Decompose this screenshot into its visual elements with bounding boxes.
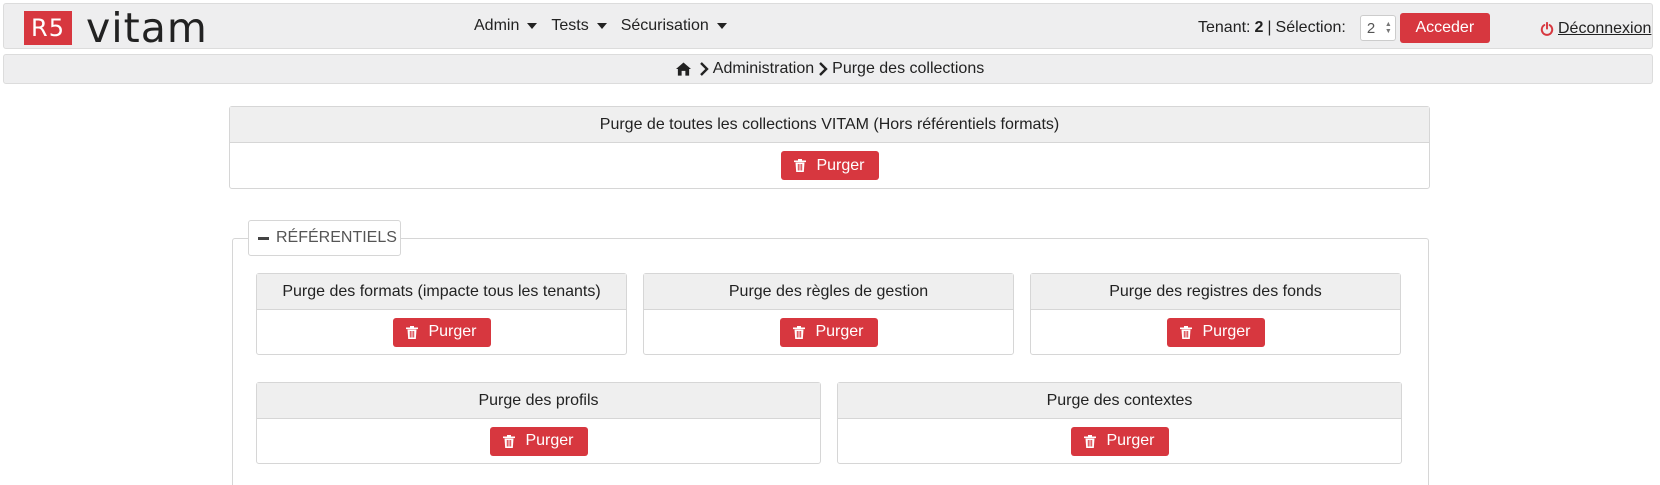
panel-title: Purge des formats (impacte tous les tena…: [257, 274, 626, 310]
caret-down-icon: [596, 23, 607, 29]
tenant-selector: Tenant: 2 | Sélection: 2 ▲ ▼ Acceder: [1198, 13, 1490, 43]
panel-body: Purger: [257, 310, 626, 354]
panel-title: Purge de toutes les collections VITAM (H…: [230, 107, 1429, 143]
purge-all-button[interactable]: Purger: [780, 151, 879, 180]
home-icon[interactable]: [675, 62, 691, 76]
menu-securisation-label: Sécurisation: [620, 17, 709, 34]
purge-button-label: Purger: [428, 323, 477, 340]
panel-body: Purger: [644, 310, 1013, 354]
selection-label: Sélection:: [1275, 19, 1346, 36]
trash-icon: [793, 325, 806, 339]
menu-tests[interactable]: Tests: [551, 17, 607, 35]
purge-registres-button[interactable]: Purger: [1166, 317, 1265, 347]
caret-down-icon: [527, 23, 538, 29]
acceder-button[interactable]: Acceder: [1399, 13, 1490, 43]
purge-regles-panel: Purge des règles de gestion Purger: [643, 273, 1014, 355]
purge-contextes-button[interactable]: Purger: [1070, 426, 1169, 456]
minus-icon: [258, 236, 269, 240]
purge-registres-panel: Purge des registres des fonds Purger: [1030, 273, 1401, 355]
menu-admin-label: Admin: [474, 17, 520, 34]
chevron-right-icon: [819, 62, 828, 76]
purge-formats-panel: Purge des formats (impacte tous les tena…: [256, 273, 627, 355]
tenant-number-input[interactable]: 2 ▲ ▼: [1359, 15, 1396, 41]
separator: |: [1267, 19, 1272, 36]
panel-title: Purge des règles de gestion: [644, 274, 1013, 310]
purge-contextes-panel: Purge des contextes Purger: [837, 382, 1402, 464]
menu-securisation[interactable]: Sécurisation: [621, 17, 727, 35]
spinner-arrows-icon[interactable]: ▲ ▼: [1385, 21, 1392, 35]
panel-body: Purger: [1031, 310, 1400, 354]
trash-icon: [794, 159, 807, 172]
menu-tests-label: Tests: [551, 17, 589, 34]
logo-badge: R5: [24, 11, 72, 45]
logout-link[interactable]: Déconnexion: [1540, 20, 1651, 38]
trash-icon: [1084, 434, 1097, 448]
caret-down-icon: [716, 23, 727, 29]
main-menu: Admin Tests Sécurisation: [474, 17, 741, 35]
vitam-logo[interactable]: R5 vitam: [24, 4, 208, 52]
purge-button-label: Purger: [1106, 432, 1155, 449]
panel-title: Purge des profils: [257, 383, 820, 419]
purge-button-label: Purger: [525, 432, 574, 449]
tenant-number-value: 2: [1366, 19, 1376, 37]
purge-profils-panel: Purge des profils Purger: [256, 382, 821, 464]
purge-button-label: Purger: [1202, 323, 1251, 340]
panel-body: Purger: [230, 143, 1429, 188]
panel-title: Purge des registres des fonds: [1031, 274, 1400, 310]
panel-body: Purger: [838, 419, 1401, 463]
purge-button-label: Purger: [815, 323, 864, 340]
tenant-label: Tenant:: [1198, 19, 1251, 36]
referentiels-toggle[interactable]: RÉFÉRENTIELS: [248, 220, 401, 256]
breadcrumb: Administration Purge des collections: [3, 54, 1653, 84]
purge-button-label: Purger: [816, 156, 865, 174]
chevron-right-icon: [699, 62, 709, 76]
panel-title: Purge des contextes: [838, 383, 1401, 419]
tenant-value: 2: [1254, 19, 1264, 36]
purge-formats-button[interactable]: Purger: [392, 317, 491, 347]
referentiels-legend-label: RÉFÉRENTIELS: [276, 229, 397, 246]
trash-icon: [406, 325, 419, 339]
trash-icon: [503, 434, 516, 448]
power-icon: [1540, 22, 1554, 36]
purge-profils-button[interactable]: Purger: [489, 426, 588, 456]
top-navbar: R5 vitam Admin Tests Sécurisation Tenant…: [3, 3, 1653, 49]
panel-body: Purger: [257, 419, 820, 463]
purge-all-panel: Purge de toutes les collections VITAM (H…: [229, 106, 1430, 189]
breadcrumb-administration[interactable]: Administration: [713, 60, 814, 78]
trash-icon: [1180, 325, 1193, 339]
logo-text: vitam: [86, 4, 208, 52]
purge-regles-button[interactable]: Purger: [779, 317, 878, 347]
menu-admin[interactable]: Admin: [474, 17, 538, 35]
logout-label: Déconnexion: [1558, 20, 1652, 37]
breadcrumb-current: Purge des collections: [832, 60, 985, 77]
